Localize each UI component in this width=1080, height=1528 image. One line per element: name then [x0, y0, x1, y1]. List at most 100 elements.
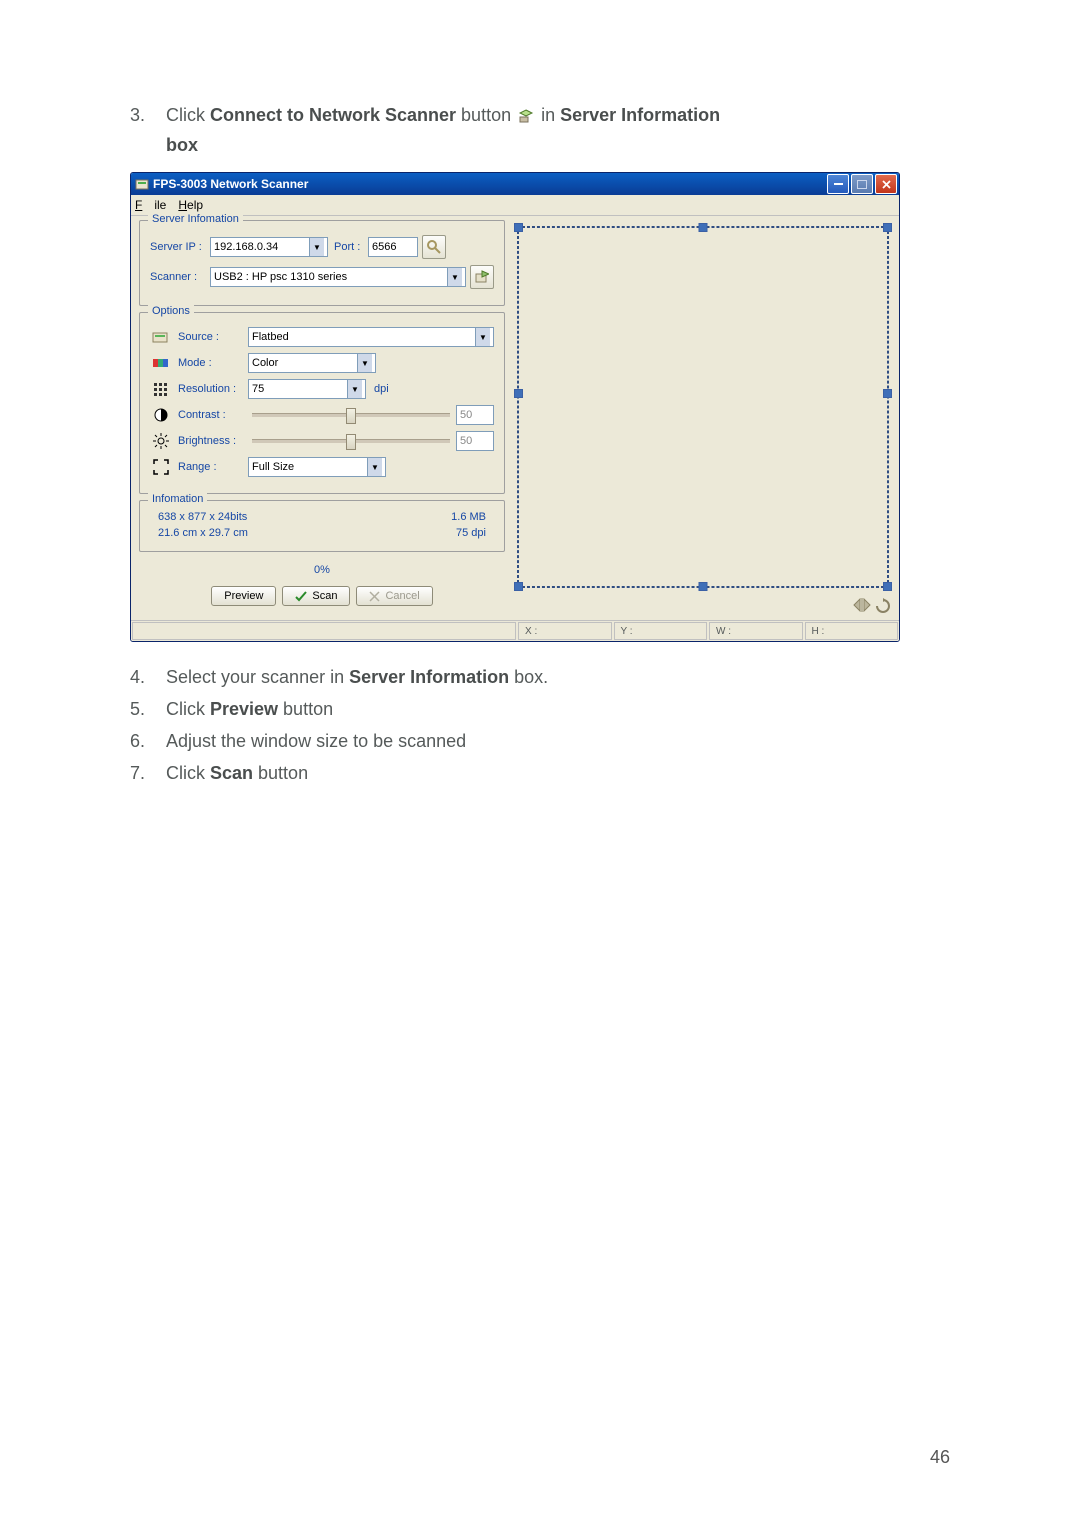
step3-e: Server Information [560, 105, 720, 125]
step6-text: Adjust the window size to be scanned [166, 726, 950, 756]
crop-handle[interactable] [514, 389, 523, 398]
information-group: Infomation 638 x 877 x 24bits 1.6 MB 21.… [139, 500, 505, 552]
options-group: Options Source : Flatbed ▼ Mode : [139, 312, 505, 494]
scan-to-button[interactable] [470, 265, 494, 289]
connect-button[interactable] [422, 235, 446, 259]
port-value: 6566 [372, 241, 396, 253]
contrast-icon [150, 407, 172, 423]
status-w: W : [709, 622, 803, 640]
contrast-slider[interactable] [252, 413, 450, 417]
mirror-icon[interactable] [853, 598, 871, 614]
step3-number: 3. [130, 100, 166, 160]
crop-handle[interactable] [699, 223, 708, 232]
chevron-down-icon[interactable]: ▼ [347, 380, 362, 398]
crop-handle[interactable] [883, 582, 892, 591]
info-legend: Infomation [148, 493, 207, 505]
menu-file[interactable]: File [135, 198, 166, 212]
source-label: Source : [178, 331, 248, 343]
source-select[interactable]: Flatbed ▼ [248, 327, 494, 347]
slider-thumb[interactable] [346, 408, 356, 424]
crop-handle[interactable] [699, 582, 708, 591]
crop-handle[interactable] [514, 582, 523, 591]
rotate-icon[interactable] [875, 598, 891, 614]
contrast-value: 50 [456, 405, 494, 425]
brightness-icon [150, 433, 172, 449]
status-h: H : [805, 622, 899, 640]
resolution-select[interactable]: 75 ▼ [248, 379, 366, 399]
brightness-value: 50 [456, 431, 494, 451]
chevron-down-icon[interactable]: ▼ [367, 458, 382, 476]
app-window: FPS-3003 Network Scanner File Help Serve… [130, 172, 900, 642]
slider-thumb[interactable] [346, 434, 356, 450]
serverip-value: 192.168.0.34 [214, 241, 309, 253]
status-x: X : [518, 622, 612, 640]
range-value: Full Size [252, 461, 367, 473]
menu-help[interactable]: Help [178, 198, 203, 212]
crop-handle[interactable] [883, 389, 892, 398]
left-panel: Server Infomation Server IP : 192.168.0.… [131, 216, 511, 620]
scanner-select[interactable]: USB2 : HP psc 1310 series ▼ [210, 267, 466, 287]
status-msg [132, 622, 516, 640]
mode-label: Mode : [178, 357, 248, 369]
scan-button[interactable]: Scan [282, 586, 350, 606]
chevron-down-icon[interactable]: ▼ [357, 354, 372, 372]
step3-f: box [166, 135, 198, 155]
resolution-value: 75 [252, 383, 347, 395]
crop-handle[interactable] [883, 223, 892, 232]
status-y: Y : [614, 622, 708, 640]
chevron-down-icon[interactable]: ▼ [309, 238, 324, 256]
cancel-button[interactable]: Cancel [356, 586, 432, 606]
options-legend: Options [148, 305, 194, 317]
close-button[interactable] [875, 174, 897, 194]
preview-area[interactable] [513, 222, 893, 594]
brightness-slider[interactable] [252, 439, 450, 443]
right-panel [511, 216, 899, 620]
source-value: Flatbed [252, 331, 475, 343]
chevron-down-icon[interactable]: ▼ [475, 328, 490, 346]
contrast-label: Contrast : [178, 409, 248, 421]
range-label: Range : [178, 461, 248, 473]
step3-line: 3. Click Connect to Network Scanner butt… [130, 100, 950, 160]
info-filesize: 1.6 MB [451, 511, 486, 523]
scanner-label: Scanner : [150, 271, 210, 283]
page-number: 46 [930, 1447, 950, 1468]
titlebar: FPS-3003 Network Scanner [131, 173, 899, 195]
app-icon [135, 177, 149, 191]
step3-c: button [456, 105, 516, 125]
mode-icon [150, 356, 172, 370]
chevron-down-icon[interactable]: ▼ [447, 268, 462, 286]
server-info-group: Server Infomation Server IP : 192.168.0.… [139, 220, 505, 306]
minimize-button[interactable] [827, 174, 849, 194]
maximize-button[interactable] [851, 174, 873, 194]
step7-number: 7. [130, 758, 166, 788]
step6-number: 6. [130, 726, 166, 756]
mode-select[interactable]: Color ▼ [248, 353, 376, 373]
info-cm: 21.6 cm x 29.7 cm [158, 527, 248, 539]
resolution-unit: dpi [374, 383, 389, 395]
progress-label: 0% [139, 558, 505, 582]
info-dimensions: 638 x 877 x 24bits [158, 511, 247, 523]
step5-text: Click Preview button [166, 694, 950, 724]
step3-text: Click Connect to Network Scanner button … [166, 100, 950, 160]
preview-button[interactable]: Preview [211, 586, 276, 606]
scanner-value: USB2 : HP psc 1310 series [214, 271, 447, 283]
server-info-legend: Server Infomation [148, 213, 243, 225]
step7-text: Click Scan button [166, 758, 950, 788]
step5-number: 5. [130, 694, 166, 724]
range-select[interactable]: Full Size ▼ [248, 457, 386, 477]
statusbar: X : Y : W : H : [131, 620, 899, 641]
source-icon [150, 330, 172, 344]
serverip-label: Server IP : [150, 241, 210, 253]
range-icon [150, 459, 172, 475]
connect-inline-icon [518, 108, 534, 124]
crop-handle[interactable] [514, 223, 523, 232]
serverip-input[interactable]: 192.168.0.34 ▼ [210, 237, 328, 257]
step4-text: Select your scanner in Server Informatio… [166, 662, 950, 692]
port-label: Port : [334, 241, 368, 253]
mode-value: Color [252, 357, 357, 369]
info-dpi: 75 dpi [456, 527, 486, 539]
resolution-label: Resolution : [178, 383, 248, 395]
port-input[interactable]: 6566 [368, 237, 418, 257]
step4-number: 4. [130, 662, 166, 692]
menubar: File Help [131, 195, 899, 216]
